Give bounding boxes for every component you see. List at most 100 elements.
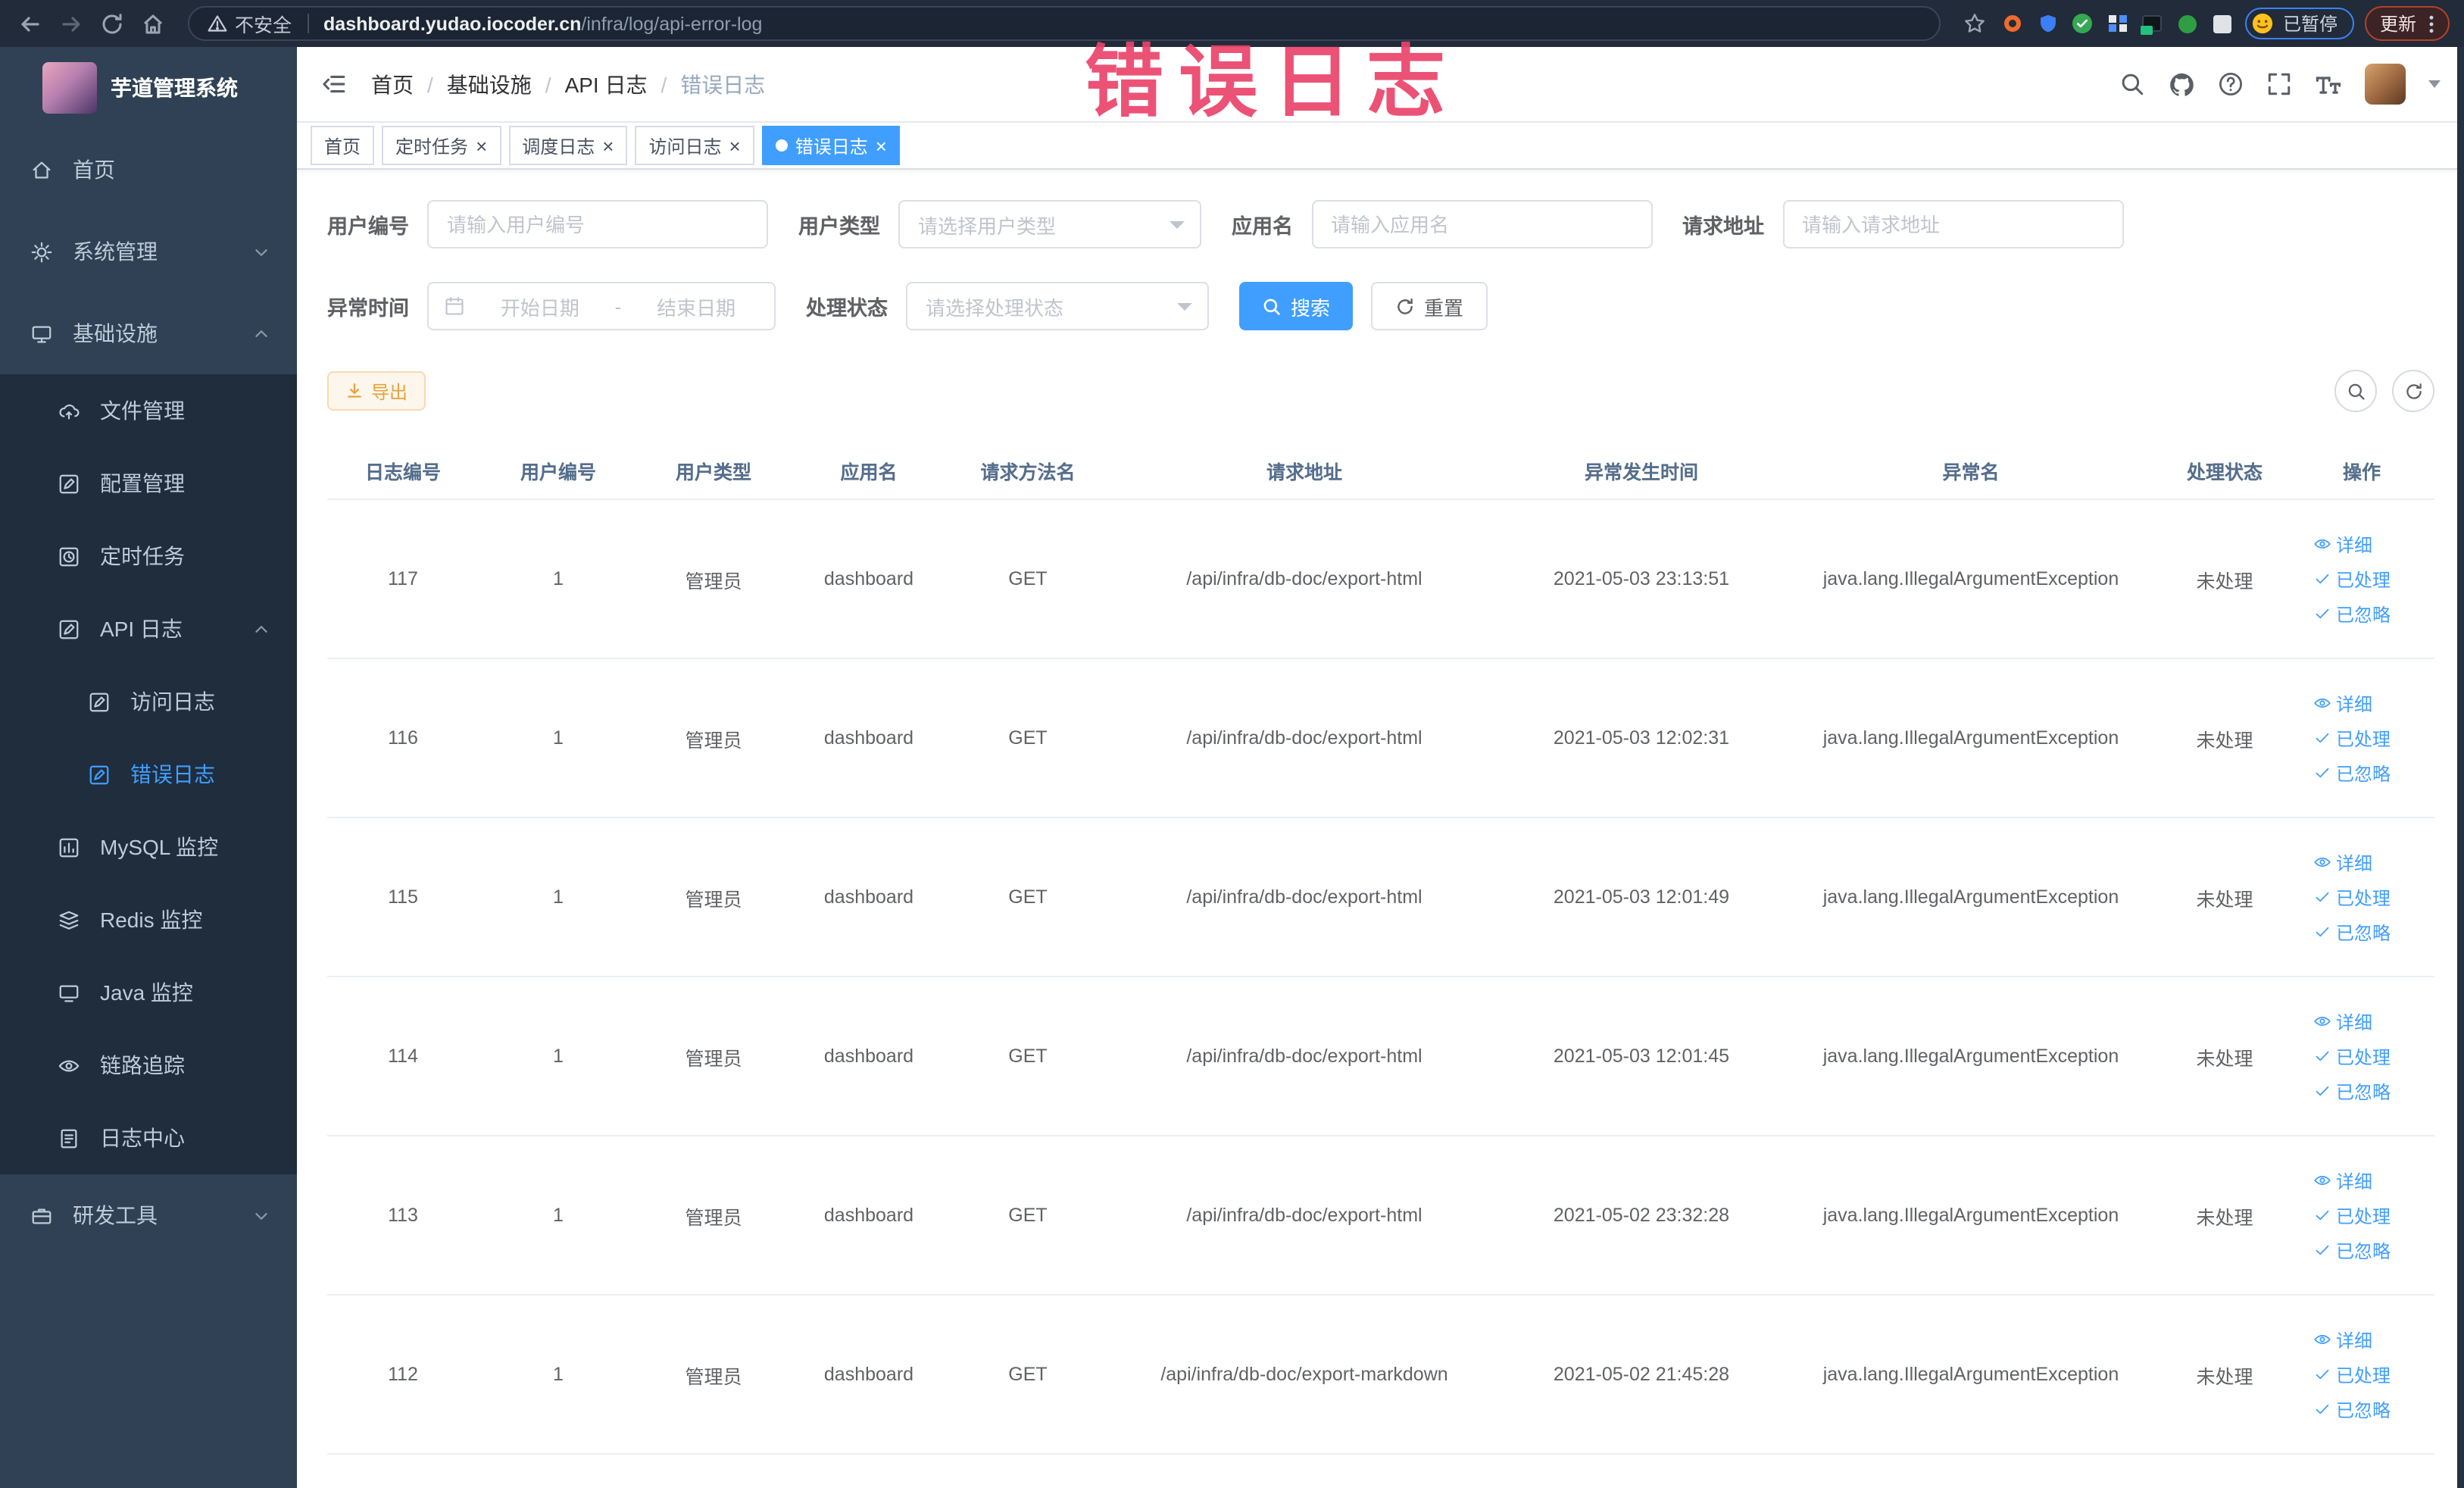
app-name-input[interactable] [1311,200,1652,249]
sidebar-item-java-monitor[interactable]: Java 监控 [0,956,297,1029]
mark-ignored-link[interactable]: 已忽略 [2313,760,2391,786]
fullscreen-icon[interactable] [2266,71,2292,97]
sidebar-item-access-log[interactable]: 访问日志 [0,665,297,738]
mark-processed-link[interactable]: 已处理 [2313,1361,2391,1387]
error-log-table: 日志编号 用户编号 用户类型 应用名 请求方法名 请求地址 异常发生时间 异常名 处理状态 操作 … [327,442,2434,1455]
active-tab-dot [775,139,788,152]
header-search-icon[interactable] [2119,71,2145,97]
user-id-input[interactable] [427,200,768,249]
close-tab-icon[interactable]: × [602,136,614,155]
detail-link[interactable]: 详细 [2313,531,2372,557]
detail-link[interactable]: 详细 [2313,1327,2372,1352]
cell-app-name: dashboard [823,727,914,749]
extension-icon[interactable] [2175,11,2200,36]
user-menu-caret-icon[interactable] [2428,80,2441,88]
sidebar-item-mysql-monitor[interactable]: MySQL 监控 [0,811,297,883]
user-type-select[interactable]: 请选择用户类型 [898,200,1201,249]
check-icon [2313,1400,2331,1418]
detail-link[interactable]: 详细 [2313,1008,2372,1034]
detail-link[interactable]: 详细 [2313,849,2372,875]
close-tab-icon[interactable]: × [729,136,741,155]
sidebar-item-infrastructure[interactable]: 基础设施 [0,292,297,374]
sidebar-item-redis-monitor[interactable]: Redis 监控 [0,883,297,956]
close-tab-icon[interactable]: × [476,136,487,155]
cell-user-type: 管理员 [685,889,742,910]
extension-icon[interactable] [2036,11,2060,36]
mark-processed-link[interactable]: 已处理 [2313,566,2391,592]
refresh-icon [1398,298,1413,314]
extension-icon[interactable] [2210,11,2234,36]
tab-定时任务[interactable]: 定时任务 × [382,126,501,165]
sidebar-item-config-mgmt[interactable]: 配置管理 [0,447,297,520]
mark-processed-link[interactable]: 已处理 [2313,725,2391,751]
github-icon[interactable] [2168,70,2195,98]
close-tab-icon[interactable]: × [876,136,887,155]
cell-exception-name: java.lang.IllegalArgumentException [1822,1364,2119,1385]
help-icon[interactable] [2218,71,2244,97]
tab-label: 调度日志 [522,136,595,157]
tab-调度日志[interactable]: 调度日志 × [508,126,628,165]
bookmark-star-icon[interactable] [1960,8,1991,39]
sidebar-item-dev-tools[interactable]: 研发工具 [0,1174,297,1256]
extension-icon[interactable] [2141,11,2165,36]
mark-ignored-link[interactable]: 已忽略 [2313,601,2391,627]
sidebar-item-label: 错误日志 [130,762,215,786]
user-avatar[interactable] [2365,64,2406,105]
search-button[interactable]: 搜索 [1239,282,1354,330]
reset-button[interactable]: 重置 [1371,282,1488,330]
doc-icon [58,1127,82,1149]
mark-ignored-link[interactable]: 已忽略 [2313,1237,2391,1263]
sidebar-item-home[interactable]: 首页 [0,129,297,211]
show-search-toggle-button[interactable] [2334,370,2377,412]
browser-home-button[interactable] [138,8,168,39]
cell-request-url: /api/infra/db-doc/export-html [1186,1205,1422,1226]
app-logo[interactable]: 芋道管理系统 [0,47,297,129]
paused-extension-badge[interactable]: 已暂停 [2244,8,2354,39]
sidebar-item-error-log[interactable]: 错误日志 [0,738,297,811]
detail-link[interactable]: 详细 [2313,690,2372,716]
mark-processed-link[interactable]: 已处理 [2313,1043,2391,1069]
cell-exception-time: 2021-05-02 23:32:28 [1553,1205,1730,1226]
tab-错误日志[interactable]: 错误日志 × [761,126,901,165]
sidebar-item-api-log[interactable]: API 日志 [0,592,297,665]
exception-time-range-picker[interactable]: 开始日期 - 结束日期 [427,282,776,330]
app-name-label: 应用名 [1232,215,1293,238]
breadcrumb-api-log[interactable]: API 日志 [565,69,648,99]
sidebar-item-log-center[interactable]: 日志中心 [0,1102,297,1174]
mark-ignored-link[interactable]: 已忽略 [2313,919,2391,945]
extension-icon[interactable] [2001,11,2025,36]
breadcrumb-home[interactable]: 首页 [371,69,414,99]
sidebar-collapse-button[interactable] [321,71,347,97]
sidebar-item-file-mgmt[interactable]: 文件管理 [0,374,297,447]
sidebar-item-scheduled-task[interactable]: 定时任务 [0,520,297,592]
mark-processed-link[interactable]: 已处理 [2313,1202,2391,1228]
tab-首页[interactable]: 首页 [311,126,375,165]
request-url-input[interactable] [1782,200,2123,249]
mark-ignored-link[interactable]: 已忽略 [2313,1396,2391,1422]
browser-refresh-button[interactable] [97,8,127,39]
column-header: 请求地址 [1266,462,1342,483]
extension-icon[interactable] [2106,11,2130,36]
browser-back-button[interactable] [15,8,45,39]
table-row: 113 1 管理员 dashboard GET/api/infra/db-doc/exp… [327,1136,2434,1296]
export-button[interactable]: 导出 [327,371,426,411]
kebab-menu-icon [2429,14,2434,33]
detail-link[interactable]: 详细 [2313,1168,2372,1193]
cell-method: GET [1008,1205,1048,1226]
mark-ignored-link[interactable]: 已忽略 [2313,1078,2391,1104]
font-size-icon[interactable] [2315,70,2342,98]
sidebar-item-trace[interactable]: 链路追踪 [0,1029,297,1102]
extension-icon[interactable] [2071,11,2095,36]
mark-processed-link[interactable]: 已处理 [2313,884,2391,910]
address-bar[interactable]: 不安全 dashboard.yudao.iocoder.cn/infra/log… [188,6,1941,41]
home-icon [30,158,55,181]
browser-update-button[interactable]: 更新 [2364,6,2450,41]
refresh-table-button[interactable] [2392,370,2434,412]
breadcrumb-infrastructure[interactable]: 基础设施 [447,69,532,99]
browser-forward-button[interactable] [56,8,86,39]
process-status-select[interactable]: 请选择处理状态 [906,282,1209,330]
cell-exception-name: java.lang.IllegalArgumentException [1822,1046,2119,1067]
page-scrollbar[interactable] [2457,47,2464,1488]
tab-访问日志[interactable]: 访问日志 × [635,126,754,165]
sidebar-item-system-mgmt[interactable]: 系统管理 [0,211,297,292]
